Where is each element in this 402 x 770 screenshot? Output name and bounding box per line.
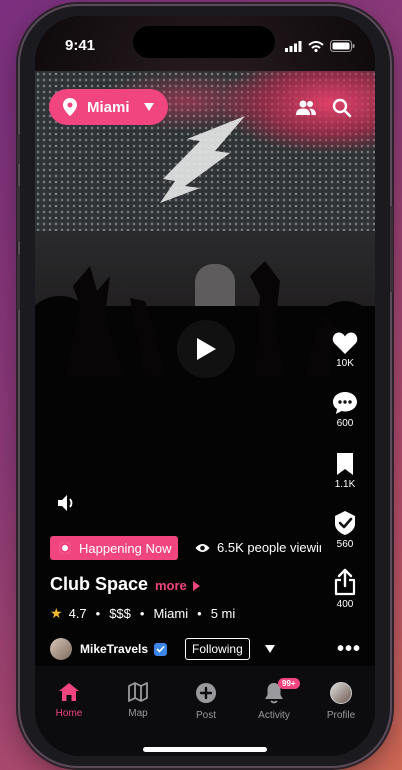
- share-icon: [334, 568, 356, 596]
- separator-dot: •: [197, 606, 202, 621]
- people-icon[interactable]: [295, 97, 317, 119]
- screen: 9:41 Miami 10K 600 1.1K 560 400 Happenin…: [35, 16, 375, 756]
- play-button[interactable]: [177, 320, 235, 378]
- tab-profile-label: Profile: [326, 710, 356, 721]
- activity-badge: 99+: [278, 678, 300, 689]
- volume-down-button: [17, 254, 20, 310]
- play-icon: [197, 338, 216, 360]
- tab-profile[interactable]: Profile: [311, 682, 371, 721]
- home-indicator: [143, 747, 267, 752]
- bookmark-button[interactable]: 1.1K: [325, 452, 365, 490]
- tab-map-label: Map: [128, 708, 148, 719]
- bottom-nav: Home Map Post 99+ Activity Profile: [35, 666, 375, 756]
- tab-home-label: Home: [55, 708, 83, 719]
- checkin-button[interactable]: 560: [325, 510, 365, 550]
- status-icons: [285, 40, 355, 52]
- separator-dot: •: [139, 606, 145, 621]
- bookmark-icon: [337, 453, 353, 475]
- tab-activity[interactable]: 99+ Activity: [244, 678, 304, 721]
- comment-count: 600: [336, 418, 354, 429]
- led-lightning-graphic: [160, 116, 245, 203]
- speaker-icon[interactable]: [57, 494, 77, 512]
- separator-dot: •: [95, 606, 101, 621]
- chevron-down-icon: [143, 103, 154, 111]
- happening-now-badge: Happening Now: [50, 536, 178, 560]
- star-icon: ★: [50, 605, 63, 621]
- comment-icon: [333, 392, 357, 414]
- tab-map[interactable]: Map: [108, 682, 168, 719]
- play-small-icon: [192, 580, 200, 591]
- viewer-count: 6.5K people viewing: [195, 540, 321, 555]
- chevron-down-icon[interactable]: [264, 645, 275, 653]
- signal-icon: [285, 40, 302, 52]
- more-label: more: [155, 578, 187, 593]
- action-button: [17, 134, 20, 164]
- bookmark-count: 1.1K: [334, 479, 356, 490]
- venue-meta: ★ 4.7 • $$$ • Miami • 5 mi: [50, 605, 235, 622]
- dynamic-island: [133, 26, 275, 58]
- rating: 4.7: [68, 606, 87, 621]
- venue-name[interactable]: Club Space: [50, 574, 148, 595]
- venue-city: Miami: [153, 606, 189, 621]
- poster-username[interactable]: MikeTravels: [80, 642, 148, 656]
- tab-activity-label: Activity: [258, 710, 290, 721]
- happening-label: Happening Now: [79, 540, 172, 556]
- more-link[interactable]: more: [155, 578, 200, 593]
- phone-frame: 9:41 Miami 10K 600 1.1K 560 400 Happenin…: [17, 6, 393, 766]
- location-selector[interactable]: Miami: [49, 89, 168, 125]
- venue-distance: 5 mi: [210, 606, 236, 621]
- share-button[interactable]: 400: [325, 568, 365, 610]
- poster-row: MikeTravels Following: [50, 638, 275, 660]
- comment-button[interactable]: 600: [325, 391, 365, 429]
- location-label: Miami: [87, 98, 130, 116]
- share-count: 400: [336, 599, 354, 610]
- map-pin-icon: [63, 98, 77, 116]
- home-icon: [59, 683, 79, 701]
- status-bar: 9:41: [35, 16, 375, 60]
- following-button[interactable]: Following: [185, 638, 250, 660]
- price-level: $$$: [109, 606, 131, 621]
- volume-up-button: [17, 186, 20, 242]
- tab-post[interactable]: Post: [176, 682, 236, 721]
- poster-avatar[interactable]: [50, 638, 72, 660]
- profile-avatar: [330, 682, 352, 704]
- battery-icon: [330, 40, 355, 52]
- search-icon[interactable]: [331, 97, 353, 119]
- verified-icon: [154, 642, 168, 656]
- more-options-icon[interactable]: •••: [337, 638, 361, 661]
- check-badge-icon: [335, 511, 355, 535]
- live-dot-icon: [59, 542, 71, 554]
- like-button[interactable]: 10K: [325, 331, 365, 369]
- wifi-icon: [308, 40, 324, 52]
- status-time: 9:41: [65, 37, 96, 54]
- like-count: 10K: [336, 358, 354, 369]
- checkin-count: 560: [336, 539, 354, 550]
- eye-icon: [195, 543, 210, 552]
- power-button: [390, 206, 393, 292]
- plus-circle-icon: [196, 683, 216, 703]
- map-icon: [128, 682, 148, 702]
- viewer-label: 6.5K people viewing: [217, 540, 321, 555]
- tab-post-label: Post: [195, 710, 216, 721]
- tab-home[interactable]: Home: [39, 682, 99, 719]
- heart-icon: [332, 332, 358, 354]
